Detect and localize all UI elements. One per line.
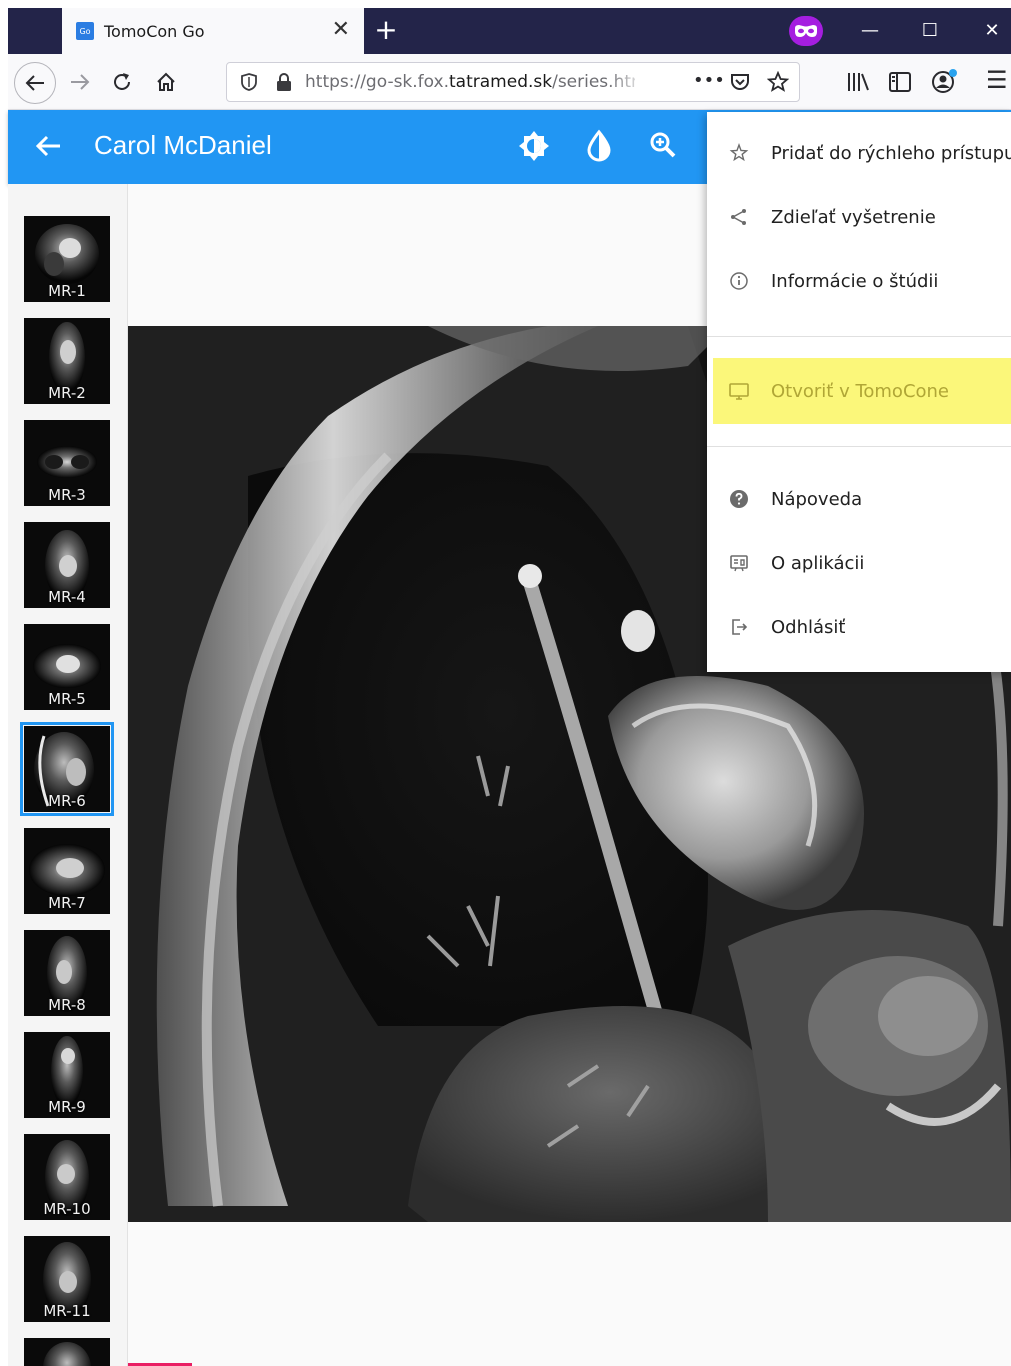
favicon-icon: Go xyxy=(76,22,94,40)
series-thumbnail[interactable]: MR-10 xyxy=(24,1134,110,1220)
monitor-icon xyxy=(729,383,749,400)
menu-item-label: Nápoveda xyxy=(771,488,863,510)
series-thumbnail[interactable]: MR-1 xyxy=(24,216,110,302)
zoom-icon[interactable] xyxy=(645,128,681,164)
home-button[interactable] xyxy=(148,64,184,100)
star-outline-icon xyxy=(729,142,749,162)
series-thumbnail[interactable]: MR-4 xyxy=(24,522,110,608)
series-label: MR-6 xyxy=(48,792,86,810)
tab-title: TomoCon Go xyxy=(104,21,205,41)
brightness-icon[interactable] xyxy=(516,128,552,164)
browser-forward-button[interactable] xyxy=(62,64,98,100)
series-thumbnail[interactable]: MR-11 xyxy=(24,1236,110,1322)
hamburger-menu-icon[interactable]: ☰ xyxy=(986,66,1008,94)
home-icon xyxy=(157,72,175,91)
window-close-button[interactable]: ✕ xyxy=(972,16,1011,46)
lock-icon[interactable] xyxy=(275,72,293,92)
series-label: MR-10 xyxy=(43,1200,91,1218)
url-text: https://go-sk.fox.tatramed.sk/series.htm… xyxy=(305,72,635,92)
window-edge xyxy=(0,0,8,1366)
account-icon[interactable] xyxy=(930,68,958,94)
minimize-button[interactable]: — xyxy=(850,16,890,46)
menu-item-about[interactable]: O aplikácii xyxy=(707,532,1011,594)
shield-icon[interactable] xyxy=(239,72,259,92)
library-icon[interactable] xyxy=(846,71,870,93)
series-label: MR-11 xyxy=(43,1302,91,1320)
address-bar[interactable]: https://go-sk.fox.tatramed.sk/series.htm… xyxy=(226,62,800,102)
arrow-right-icon xyxy=(71,74,90,90)
patient-name: Carol McDaniel xyxy=(94,130,272,160)
reload-icon xyxy=(114,73,130,90)
menu-item-logout[interactable]: Odhlásiť xyxy=(707,596,1011,658)
menu-divider xyxy=(707,446,1011,447)
new-tab-button[interactable]: + xyxy=(370,12,402,48)
bookmark-star-icon[interactable] xyxy=(767,71,789,93)
menu-item-share[interactable]: Zdieľať vyšetrenie xyxy=(707,186,1011,248)
share-icon xyxy=(731,209,746,225)
browser-back-button[interactable] xyxy=(14,62,56,104)
navigation-toolbar: https://go-sk.fox.tatramed.sk/series.htm… xyxy=(8,54,1011,110)
menu-item-add-quick-access[interactable]: Pridať do rýchleho prístupu xyxy=(707,122,1011,184)
menu-item-label: Zdieľať vyšetrenie xyxy=(771,206,936,228)
info-icon xyxy=(730,272,748,290)
series-thumbnail[interactable]: MR-3 xyxy=(24,420,110,506)
page-actions-button[interactable]: ••• xyxy=(693,70,725,91)
menu-item-help[interactable]: Nápoveda xyxy=(707,468,1011,530)
series-label: MR-4 xyxy=(48,588,86,606)
help-icon xyxy=(730,490,748,508)
series-thumbnail[interactable]: MR-8 xyxy=(24,930,110,1016)
about-icon xyxy=(730,555,748,572)
menu-item-open-tomocon[interactable]: Otvoriť v TomoCone xyxy=(707,360,1011,422)
mri-thumbnail-image xyxy=(24,1338,110,1366)
sidebar-icon[interactable] xyxy=(888,71,912,93)
series-label: MR-7 xyxy=(48,894,86,912)
pocket-icon[interactable] xyxy=(729,71,751,93)
arrow-left-icon xyxy=(25,75,44,91)
contrast-icon[interactable] xyxy=(581,128,617,164)
menu-item-label: Pridať do rýchleho prístupu xyxy=(771,142,1011,164)
series-label: MR-3 xyxy=(48,486,86,504)
menu-item-label: Otvoriť v TomoCone xyxy=(771,380,950,402)
back-arrow-icon[interactable] xyxy=(30,128,66,164)
url-fade xyxy=(607,65,647,99)
options-menu: Pridať do rýchleho prístupu Zdieľať vyše… xyxy=(707,112,1011,672)
series-label: MR-1 xyxy=(48,282,86,300)
menu-item-label: Informácie o štúdii xyxy=(771,270,939,292)
series-label: MR-8 xyxy=(48,996,86,1014)
menu-item-label: Odhlásiť xyxy=(771,616,846,638)
menu-item-study-info[interactable]: Informácie o štúdii xyxy=(707,250,1011,312)
tab-close-icon[interactable]: ✕ xyxy=(332,18,350,42)
browser-tab[interactable]: Go TomoCon Go ✕ xyxy=(62,8,364,54)
maximize-button[interactable]: ☐ xyxy=(910,16,950,46)
menu-divider xyxy=(707,336,1011,337)
menu-item-label: O aplikácii xyxy=(771,552,865,574)
series-label: MR-9 xyxy=(48,1098,86,1116)
series-sidebar: MR-1 MR-2 MR-3 MR-4 MR-5 MR-6 MR-7 MR-8 … xyxy=(8,184,128,1366)
series-thumbnail-selected[interactable]: MR-6 xyxy=(20,722,114,816)
series-thumbnail[interactable]: MR-2 xyxy=(24,318,110,404)
series-thumbnail[interactable]: MR-7 xyxy=(24,828,110,914)
series-thumbnail-partial[interactable] xyxy=(24,1338,110,1366)
series-label: MR-5 xyxy=(48,690,86,708)
series-label: MR-2 xyxy=(48,384,86,402)
private-browsing-icon xyxy=(789,16,823,46)
series-thumbnail[interactable]: MR-9 xyxy=(24,1032,110,1118)
reload-button[interactable] xyxy=(104,64,140,100)
logout-icon xyxy=(732,619,748,635)
series-thumbnail[interactable]: MR-5 xyxy=(24,624,110,710)
